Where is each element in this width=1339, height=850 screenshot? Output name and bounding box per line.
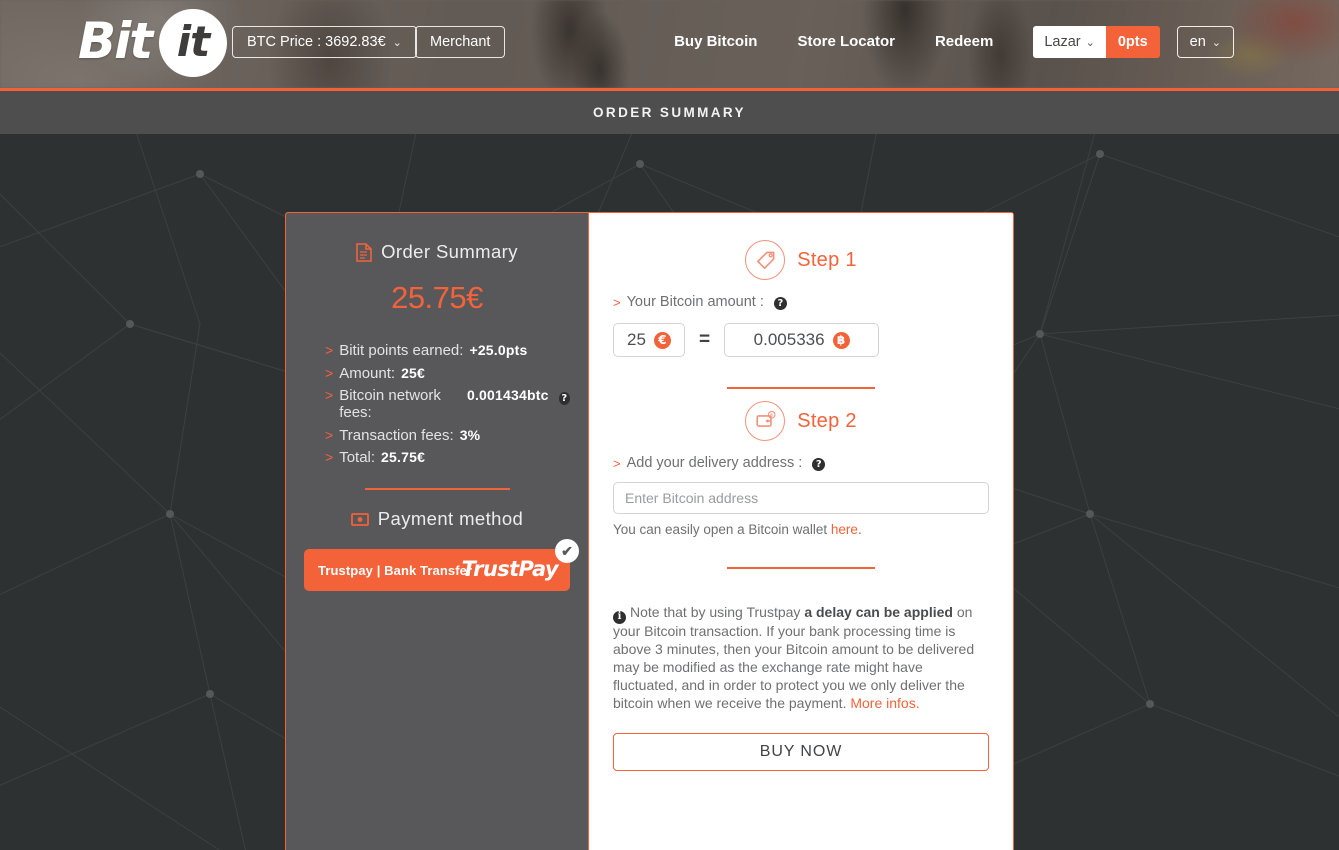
- eur-amount-value: 25: [627, 330, 646, 349]
- chevron-right-icon: >: [613, 455, 621, 471]
- summary-label: Amount:: [339, 364, 396, 382]
- chevron-right-icon: >: [325, 426, 334, 443]
- euro-icon: €: [653, 331, 671, 349]
- step-divider: [727, 567, 875, 569]
- summary-row-points: > Bitit points earned: +25.0pts: [325, 342, 570, 359]
- summary-label: Bitit points earned:: [339, 342, 464, 359]
- logo-circle-text: it: [176, 17, 210, 66]
- language-label: en: [1189, 34, 1206, 50]
- open-wallet-link[interactable]: here: [831, 522, 858, 537]
- trustpay-delay-note: i Note that by using Trustpay a delay can…: [613, 603, 989, 712]
- note-part1: Note that by using Trustpay: [630, 604, 805, 620]
- svg-text:฿: ฿: [770, 412, 773, 418]
- user-menu-button[interactable]: Lazar ⌄: [1033, 26, 1106, 58]
- main-nav: Buy Bitcoin Store Locator Redeem Lazar ⌄…: [674, 26, 1339, 58]
- chevron-down-icon: ⌄: [1085, 36, 1095, 49]
- summary-row-network-fees: > Bitcoin network fees: 0.001434btc ?: [325, 387, 570, 421]
- wallet-note-text: You can easily open a Bitcoin wallet: [613, 522, 831, 537]
- payment-option-label: Trustpay | Bank Transfer: [318, 562, 473, 578]
- order-total-amount: 25.75€: [391, 280, 483, 315]
- trustpay-logo: TrustPay: [461, 557, 559, 581]
- step1-field-label: > Your Bitcoin amount : ?: [613, 294, 989, 310]
- panel-divider: [364, 488, 510, 490]
- document-icon: [356, 242, 372, 262]
- help-icon[interactable]: ?: [558, 392, 570, 405]
- checkout-steps-panel: Step 1 > Your Bitcoin amount : ? 25 € = …: [589, 213, 1013, 850]
- payment-method-heading-label: Payment method: [377, 508, 524, 529]
- wallet-help-note: You can easily open a Bitcoin wallet her…: [613, 522, 989, 537]
- chevron-right-icon: >: [325, 364, 334, 381]
- btc-amount-input[interactable]: 0.005336 ฿: [724, 323, 880, 357]
- step2-title: Step 2: [797, 409, 857, 432]
- language-selector[interactable]: en ⌄: [1176, 26, 1234, 58]
- more-infos-link[interactable]: More infos.: [850, 695, 919, 711]
- tag-icon: [745, 240, 786, 280]
- info-icon: i: [613, 610, 626, 624]
- order-card: Order Summary 25.75€ > Bitit points earn…: [285, 212, 1014, 850]
- page-banner: ORDER SUMMARY: [0, 91, 1339, 134]
- user-points-badge[interactable]: 0pts: [1105, 26, 1160, 58]
- page-body: Order Summary 25.75€ > Bitit points earn…: [0, 134, 1339, 850]
- btc-price-dropdown[interactable]: BTC Price : 3692.83€ ⌄: [232, 26, 417, 58]
- banknote-icon: [350, 512, 369, 526]
- user-account-group: Lazar ⌄ 0pts: [1033, 26, 1160, 58]
- bitcoin-icon: ฿: [832, 331, 850, 349]
- chevron-right-icon: >: [613, 294, 621, 310]
- chevron-right-icon: >: [325, 387, 334, 403]
- equals-sign: =: [699, 329, 711, 350]
- step1-title: Step 1: [797, 248, 857, 271]
- summary-label: Transaction fees:: [339, 426, 454, 444]
- step2-field-label-text: Add your delivery address :: [626, 455, 803, 471]
- page-title: ORDER SUMMARY: [593, 105, 746, 120]
- site-logo[interactable]: Bit it: [78, 6, 227, 78]
- wallet-icon: ฿: [745, 401, 786, 441]
- nav-item-store-locator[interactable]: Store Locator: [797, 26, 895, 58]
- step2-heading: ฿ Step 2: [613, 401, 989, 441]
- summary-row-transaction-fees: > Transaction fees: 3%: [325, 427, 570, 444]
- summary-row-amount: > Amount: 25€: [325, 365, 570, 382]
- merchant-button[interactable]: Merchant: [415, 26, 506, 58]
- order-summary-list: > Bitit points earned: +25.0pts > Amount…: [304, 342, 570, 466]
- amount-conversion-row: 25 € = 0.005336 ฿: [613, 323, 989, 357]
- chevron-down-icon: ⌄: [392, 36, 402, 49]
- user-points-label: 0pts: [1117, 34, 1148, 50]
- order-summary-heading-label: Order Summary: [381, 241, 518, 262]
- help-icon[interactable]: ?: [773, 296, 787, 310]
- site-header: Bit it BTC Price : 3692.83€ ⌄ Merchant B…: [0, 0, 1339, 88]
- help-icon[interactable]: ?: [812, 457, 826, 471]
- summary-row-total: > Total: 25.75€: [325, 449, 570, 466]
- buy-now-button[interactable]: BUY NOW: [613, 732, 989, 771]
- summary-value: 0.001434btc: [466, 387, 549, 403]
- summary-value: 3%: [459, 426, 481, 443]
- step1-field-label-text: Your Bitcoin amount :: [626, 294, 764, 310]
- nav-item-redeem[interactable]: Redeem: [935, 26, 993, 58]
- payment-method-heading: Payment method: [304, 508, 570, 530]
- wallet-note-period: .: [857, 522, 862, 537]
- logo-circle-badge: it: [159, 9, 227, 77]
- user-name-label: Lazar: [1044, 34, 1081, 50]
- summary-label: Total:: [339, 449, 376, 466]
- check-icon: ✔: [555, 539, 579, 563]
- order-summary-heading: Order Summary: [304, 241, 570, 263]
- merchant-label: Merchant: [430, 34, 491, 50]
- chevron-right-icon: >: [325, 342, 334, 358]
- note-bold1: a delay can be applied: [804, 604, 953, 620]
- step2-field-label: > Add your delivery address : ?: [613, 455, 989, 471]
- btc-price-label: BTC Price : 3692.83€: [247, 34, 386, 50]
- nav-item-buy-bitcoin[interactable]: Buy Bitcoin: [674, 26, 757, 58]
- logo-text: Bit: [78, 12, 153, 70]
- step-divider: [727, 387, 875, 389]
- step1-heading: Step 1: [613, 240, 989, 280]
- summary-value: 25€: [401, 364, 426, 381]
- eur-amount-input[interactable]: 25 €: [613, 323, 685, 357]
- order-summary-panel: Order Summary 25.75€ > Bitit points earn…: [286, 213, 589, 850]
- btc-amount-value: 0.005336: [753, 330, 825, 349]
- chevron-right-icon: >: [325, 449, 334, 465]
- summary-label: Bitcoin network fees:: [339, 387, 441, 421]
- bitcoin-address-input[interactable]: [613, 482, 989, 514]
- chevron-down-icon: ⌄: [1211, 36, 1221, 49]
- payment-option-trustpay[interactable]: Trustpay | Bank Transfer TrustPay ✔: [304, 539, 579, 591]
- summary-value: 25.75€: [381, 449, 426, 465]
- summary-value: +25.0pts: [469, 342, 528, 358]
